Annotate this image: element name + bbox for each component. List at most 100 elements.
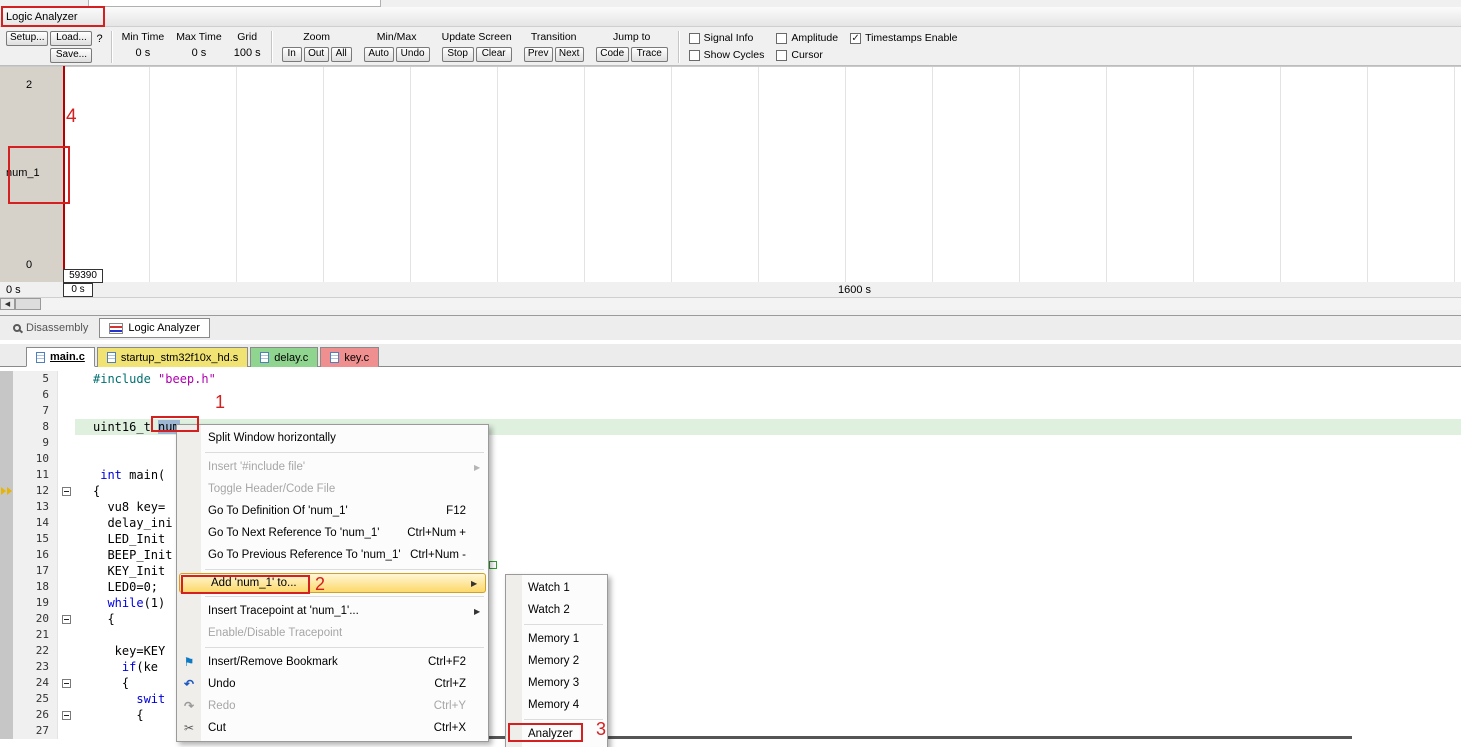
code-text[interactable] xyxy=(75,403,1461,419)
fold-collapse-icon[interactable] xyxy=(62,679,71,688)
zoom-in-button[interactable]: In xyxy=(282,47,302,62)
line-number: 16 xyxy=(13,547,57,563)
breakpoint-margin[interactable] xyxy=(0,547,13,563)
cursor-checkbox[interactable]: Cursor xyxy=(776,49,838,61)
grid-value: 100 s xyxy=(234,47,261,59)
code-token: (ke xyxy=(136,660,158,674)
tab-main-c[interactable]: main.c xyxy=(26,347,95,367)
analyzer-chart[interactable]: 2 num_1 0 xyxy=(0,66,1461,282)
code-text[interactable]: #include "beep.h" xyxy=(75,371,1461,387)
breakpoint-margin[interactable] xyxy=(0,563,13,579)
context-menu-item[interactable]: Insert '#include file'▶ xyxy=(177,456,488,478)
context-menu-item[interactable]: ↷RedoCtrl+Y xyxy=(177,695,488,717)
breakpoint-margin[interactable] xyxy=(0,371,13,387)
menu-item-shortcut: Ctrl+Z xyxy=(434,678,474,690)
breakpoint-margin[interactable] xyxy=(0,451,13,467)
screen: Logic Analyzer Setup... Load... Save... … xyxy=(0,0,1461,747)
transition-prev-button[interactable]: Prev xyxy=(524,47,553,62)
submenu-item-watch-2[interactable]: Watch 2 xyxy=(506,599,607,621)
help-label: ? xyxy=(92,31,106,45)
update-clear-button[interactable]: Clear xyxy=(476,47,512,62)
context-menu-item[interactable]: Go To Next Reference To 'num_1'Ctrl+Num … xyxy=(177,522,488,544)
submenu-item-memory-1[interactable]: Memory 1 xyxy=(506,628,607,650)
transition-label: Transition xyxy=(531,31,577,43)
minmax-auto-button[interactable]: Auto xyxy=(364,47,394,62)
context-menu-item[interactable]: Enable/Disable Tracepoint xyxy=(177,622,488,644)
minmax-undo-button[interactable]: Undo xyxy=(396,47,430,62)
transition-next-button[interactable]: Next xyxy=(555,47,584,62)
zoom-label: Zoom xyxy=(303,31,330,43)
breakpoint-margin[interactable] xyxy=(0,515,13,531)
cut-icon: ✂ xyxy=(177,721,201,735)
breakpoint-margin[interactable] xyxy=(0,595,13,611)
tab-disassembly[interactable]: Disassembly xyxy=(4,318,97,338)
code-line[interactable]: 5#include "beep.h" xyxy=(0,371,1461,387)
zoom-out-button[interactable]: Out xyxy=(304,47,329,62)
annotation-box-add-to xyxy=(181,575,310,594)
breakpoint-margin[interactable] xyxy=(0,643,13,659)
code-text[interactable] xyxy=(75,387,1461,403)
annotation-number-3: 3 xyxy=(596,719,606,740)
context-menu-item[interactable]: Insert Tracepoint at 'num_1'...▶ xyxy=(177,600,488,622)
fold-margin xyxy=(57,675,75,691)
submenu-item-memory-2[interactable]: Memory 2 xyxy=(506,650,607,672)
breakpoint-margin[interactable] xyxy=(0,531,13,547)
fold-collapse-icon[interactable] xyxy=(62,711,71,720)
breakpoint-margin[interactable] xyxy=(0,707,13,723)
setup-button[interactable]: Setup... xyxy=(6,31,48,46)
breakpoint-margin[interactable] xyxy=(0,675,13,691)
scroll-left-icon[interactable]: ◀ xyxy=(0,298,15,310)
breakpoint-margin[interactable] xyxy=(0,499,13,515)
breakpoint-margin[interactable] xyxy=(0,659,13,675)
waveform-grid[interactable] xyxy=(63,67,1461,282)
amplitude-checkbox[interactable]: Amplitude xyxy=(776,32,838,44)
analyzer-hscrollbar[interactable]: ◀ xyxy=(0,297,1461,310)
tab-logic-analyzer[interactable]: Logic Analyzer xyxy=(99,318,210,338)
load-button[interactable]: Load... xyxy=(50,31,92,46)
tab-delay-c[interactable]: delay.c xyxy=(250,347,318,367)
scrollbar-thumb[interactable] xyxy=(15,298,41,310)
document-icon xyxy=(330,352,339,363)
breakpoint-margin[interactable] xyxy=(0,403,13,419)
breakpoint-margin[interactable] xyxy=(0,419,13,435)
zoom-all-button[interactable]: All xyxy=(331,47,352,62)
context-menu-item[interactable]: Go To Previous Reference To 'num_1'Ctrl+… xyxy=(177,544,488,566)
checkbox-icon xyxy=(689,33,700,44)
menu-separator xyxy=(205,569,484,570)
submenu-item-memory-4[interactable]: Memory 4 xyxy=(506,694,607,716)
breakpoint-margin[interactable] xyxy=(0,483,13,499)
breakpoint-margin[interactable] xyxy=(0,435,13,451)
tab-key-c[interactable]: key.c xyxy=(320,347,379,367)
jump-trace-button[interactable]: Trace xyxy=(631,47,668,62)
context-menu-item[interactable]: Go To Definition Of 'num_1'F12 xyxy=(177,500,488,522)
fold-collapse-icon[interactable] xyxy=(62,615,71,624)
context-menu-item[interactable]: Toggle Header/Code File xyxy=(177,478,488,500)
breakpoint-margin[interactable] xyxy=(0,467,13,483)
breakpoint-margin[interactable] xyxy=(0,691,13,707)
context-menu-item[interactable]: ⚑Insert/Remove BookmarkCtrl+F2 xyxy=(177,651,488,673)
y-axis-min: 0 xyxy=(26,259,32,271)
fold-collapse-icon[interactable] xyxy=(62,487,71,496)
show-cycles-checkbox[interactable]: Show Cycles xyxy=(689,49,765,61)
breakpoint-margin[interactable] xyxy=(0,387,13,403)
breakpoint-margin[interactable] xyxy=(0,627,13,643)
signal-info-checkbox[interactable]: Signal Info xyxy=(689,32,765,44)
breakpoint-margin[interactable] xyxy=(0,579,13,595)
update-stop-button[interactable]: Stop xyxy=(442,47,474,62)
timestamps-enable-checkbox[interactable]: ✓ Timestamps Enable xyxy=(850,32,957,44)
context-menu-item[interactable]: ↶UndoCtrl+Z xyxy=(177,673,488,695)
breakpoint-margin[interactable] xyxy=(0,611,13,627)
line-number: 13 xyxy=(13,499,57,515)
tab-startup-s[interactable]: startup_stm32f10x_hd.s xyxy=(97,347,248,367)
toolbar-separator xyxy=(111,31,112,63)
context-menu-item[interactable]: Split Window horizontally xyxy=(177,427,488,449)
context-menu-item[interactable]: ✂CutCtrl+X xyxy=(177,717,488,739)
submenu-item-watch-1[interactable]: Watch 1 xyxy=(506,577,607,599)
save-button[interactable]: Save... xyxy=(50,48,92,63)
jump-code-button[interactable]: Code xyxy=(596,47,629,62)
fold-margin xyxy=(57,563,75,579)
undo-icon: ↶ xyxy=(177,677,201,691)
submenu-item-memory-3[interactable]: Memory 3 xyxy=(506,672,607,694)
menu-item-label: Go To Definition Of 'num_1' xyxy=(201,505,446,517)
breakpoint-margin[interactable] xyxy=(0,723,13,739)
